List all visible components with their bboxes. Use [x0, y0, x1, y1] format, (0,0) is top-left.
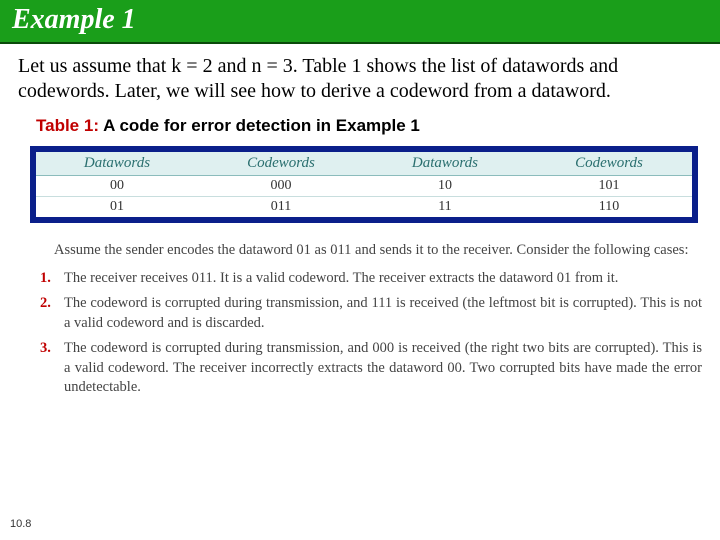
table-description: A code for error detection in Example 1: [103, 116, 420, 135]
table-row: 01 011 11 110: [36, 197, 692, 218]
table-row: 00 000 10 101: [36, 176, 692, 197]
title-bar: Example 1: [0, 0, 720, 44]
table-cell: 01: [36, 197, 198, 218]
col-header: Datawords: [364, 152, 526, 176]
page-number: 10.8: [10, 518, 31, 530]
intro-paragraph: Let us assume that k = 2 and n = 3. Tabl…: [0, 44, 720, 112]
col-header: Codewords: [198, 152, 364, 176]
list-item: 1. The receiver receives 011. It is a va…: [40, 269, 702, 289]
table-cell: 000: [198, 176, 364, 197]
item-number: 3.: [40, 339, 51, 359]
table-cell: 101: [526, 176, 692, 197]
item-text: The codeword is corrupted during transmi…: [64, 340, 702, 395]
table-cell: 10: [364, 176, 526, 197]
col-header: Datawords: [36, 152, 198, 176]
item-text: The codeword is corrupted during transmi…: [64, 295, 702, 331]
item-number: 2.: [40, 294, 51, 314]
table-cell: 011: [198, 197, 364, 218]
table-cell: 11: [364, 197, 526, 218]
table-caption: Table 1: A code for error detection in E…: [0, 112, 720, 142]
table-header-row: Datawords Codewords Datawords Codewords: [36, 152, 692, 176]
table-number: Table 1:: [36, 116, 99, 135]
code-table: Datawords Codewords Datawords Codewords …: [36, 152, 692, 217]
col-header: Codewords: [526, 152, 692, 176]
cases-lead: Assume the sender encodes the dataword 0…: [54, 241, 702, 261]
cases-list: 1. The receiver receives 011. It is a va…: [40, 269, 702, 398]
item-text: The receiver receives 011. It is a valid…: [64, 270, 618, 286]
item-number: 1.: [40, 269, 51, 289]
table-cell: 110: [526, 197, 692, 218]
cases-section: Assume the sender encodes the dataword 0…: [0, 231, 720, 398]
code-table-container: Datawords Codewords Datawords Codewords …: [30, 146, 698, 223]
list-item: 2. The codeword is corrupted during tran…: [40, 294, 702, 333]
table-cell: 00: [36, 176, 198, 197]
list-item: 3. The codeword is corrupted during tran…: [40, 339, 702, 398]
example-title: Example 1: [12, 4, 708, 36]
